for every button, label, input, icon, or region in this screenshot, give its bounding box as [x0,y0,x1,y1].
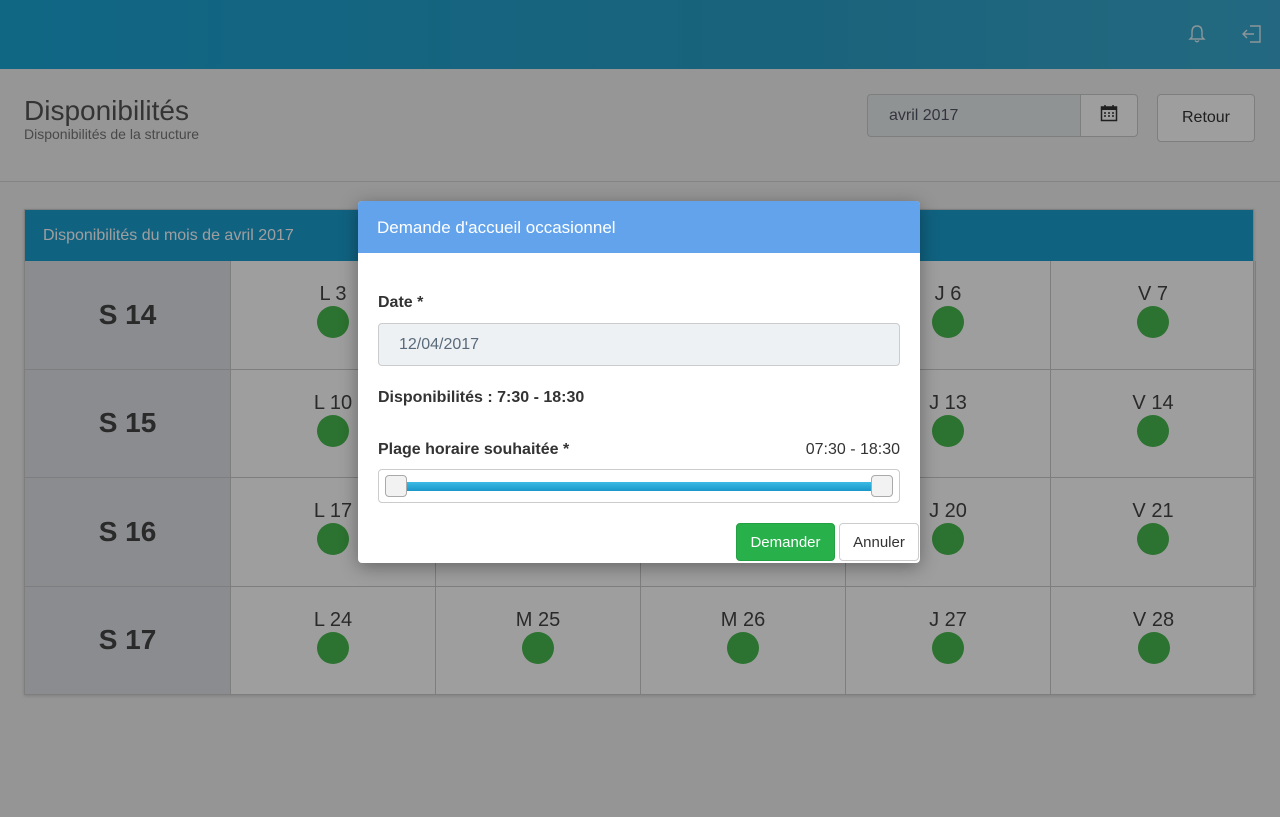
time-range-value: 07:30 - 18:30 [805,441,900,458]
time-range-slider[interactable] [378,469,900,503]
date-input[interactable] [378,323,900,366]
date-label: Date * [378,294,424,311]
availability-text: Disponibilités : 7:30 - 18:30 [378,389,585,406]
slider-track [395,482,883,491]
slider-handle-end[interactable] [871,475,893,497]
request-button[interactable]: Demander [736,523,835,561]
occasional-care-modal: Demande d'accueil occasionnel Date * Dis… [358,201,920,563]
time-range-label: Plage horaire souhaitée * [378,441,570,458]
modal-title: Demande d'accueil occasionnel [358,201,920,253]
cancel-button[interactable]: Annuler [839,523,919,561]
slider-handle-start[interactable] [385,475,407,497]
